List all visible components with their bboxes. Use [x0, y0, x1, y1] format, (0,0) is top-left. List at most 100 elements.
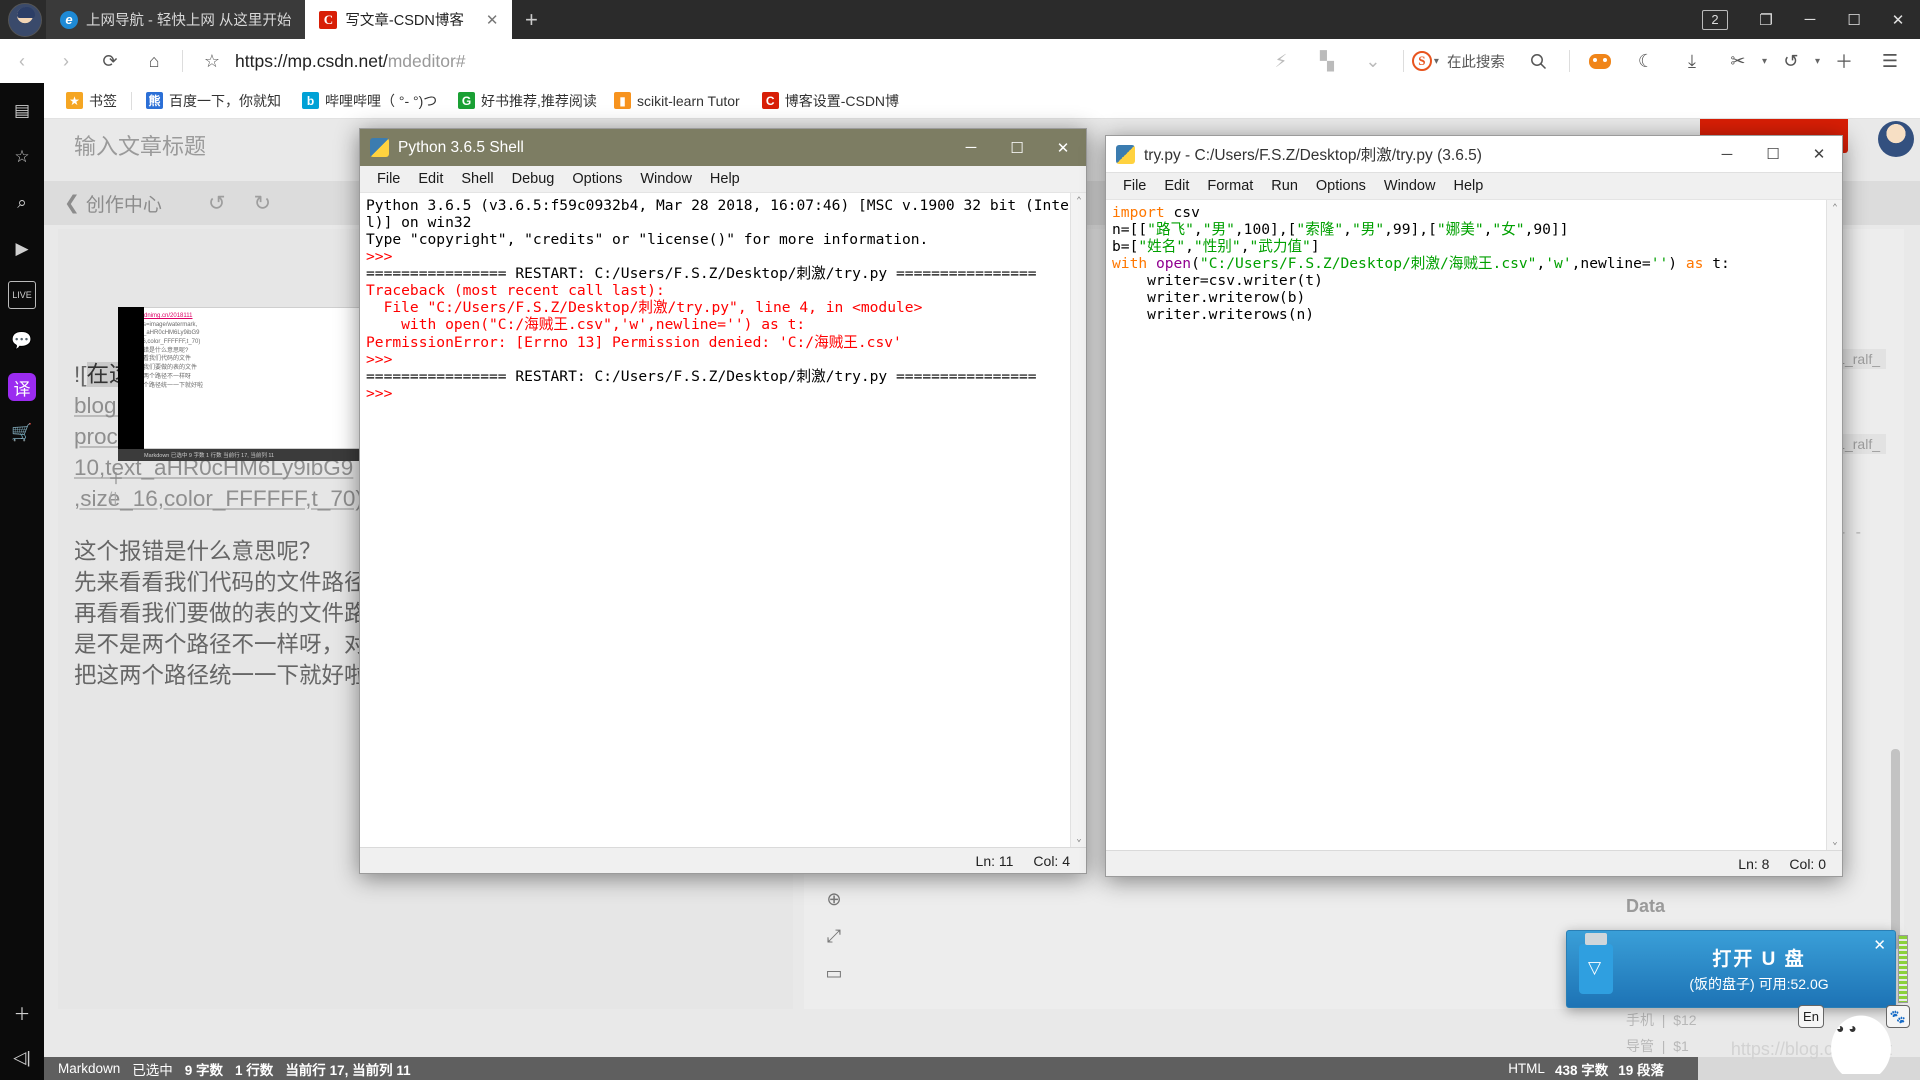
menu-format[interactable]: Format	[1198, 176, 1262, 196]
download-icon[interactable]: ⤓	[1670, 39, 1714, 83]
url-path: mdeditor#	[387, 50, 466, 71]
plus-icon[interactable]: ＋	[1822, 39, 1866, 83]
add-icon[interactable]: ＋	[108, 465, 124, 489]
sogou-search-icon[interactable]: S	[1411, 51, 1432, 71]
redo-icon[interactable]: ↻	[254, 191, 272, 216]
menu-options[interactable]: Options	[563, 169, 631, 189]
scroll-up-icon[interactable]: ⌃	[1071, 193, 1086, 209]
toast-close-icon[interactable]: ✕	[1873, 936, 1886, 954]
ime-indicator[interactable]: En	[1798, 1005, 1824, 1028]
article-title-input[interactable]: 输入文章标题	[74, 129, 206, 161]
editor-close-button[interactable]: ✕	[1796, 136, 1842, 173]
home-icon[interactable]: ⌂	[132, 39, 176, 83]
menu-run[interactable]: Run	[1262, 176, 1307, 196]
new-tab-button[interactable]: +	[512, 0, 550, 39]
chevron-down-icon[interactable]: ⌄	[1351, 39, 1395, 83]
editor-maximize-button[interactable]: ☐	[1750, 136, 1796, 173]
shell-minimize-button[interactable]: ─	[948, 129, 994, 166]
bookmark-item[interactable]: C 博客设置-CSDN博	[754, 88, 904, 114]
window-count-badge[interactable]: 2	[1702, 9, 1728, 30]
bookmark-item[interactable]: ★ 书签	[58, 88, 125, 114]
search-icon[interactable]	[1517, 39, 1561, 83]
usb-toast-popup[interactable]: 打开 U 盘 (饭的盘子) 可用:52.0G ✕	[1566, 930, 1908, 1008]
sidebar-item-search[interactable]: ⌕	[8, 189, 36, 217]
shell-output-area[interactable]: Python 3.6.5 (v3.6.5:f59c0932b4, Mar 28 …	[360, 193, 1086, 847]
bookmark-item[interactable]: G 好书推荐,推荐阅读	[450, 88, 600, 114]
python-shell-window[interactable]: Python 3.6.5 Shell ─ ☐ ✕ File Edit Shell…	[359, 128, 1087, 874]
menu-file[interactable]: File	[368, 169, 409, 189]
maximize-window-button[interactable]: ☐	[1832, 0, 1876, 39]
sidebar-item-news[interactable]: ▤	[8, 97, 36, 125]
minimize-window-button[interactable]: ─	[1788, 0, 1832, 39]
qr-code-icon[interactable]: ▚	[1305, 39, 1349, 83]
forward-icon[interactable]: ›	[44, 39, 88, 83]
shell-maximize-button[interactable]: ☐	[994, 129, 1040, 166]
address-bar[interactable]: ☆ https://mp.csdn.net/mdeditor#	[189, 39, 1259, 83]
sidebar-item-live[interactable]: LIVE	[8, 281, 36, 309]
restore-window-icon[interactable]: ❐	[1744, 0, 1788, 39]
shell-vertical-scrollbar[interactable]: ⌃ ⌄	[1070, 193, 1086, 847]
browser-tab-1[interactable]: e 上网导航 - 轻快上网 从这里开始	[46, 0, 306, 39]
shell-close-button[interactable]: ✕	[1040, 129, 1086, 166]
thumb-line: 是不是两个路径不一样呀	[125, 373, 192, 380]
sogou-caret-icon[interactable]: ▾	[1434, 56, 1439, 67]
code-token: "武力值"	[1249, 238, 1311, 256]
menu-help[interactable]: Help	[701, 169, 749, 189]
menu-file[interactable]: File	[1114, 176, 1155, 196]
code-token: 'w'	[1545, 255, 1572, 273]
scroll-down-icon[interactable]: ⌄	[1071, 831, 1086, 847]
sidebar-collapse-button[interactable]: ◁|	[8, 1044, 36, 1072]
crosshair-icon[interactable]: ⊕	[826, 889, 841, 910]
sidebar-item-video[interactable]: ▶	[8, 235, 36, 263]
browser-avatar-button[interactable]	[8, 3, 42, 37]
scissors-icon[interactable]: ✂	[1716, 39, 1760, 83]
undo-icon[interactable]: ↺	[1769, 39, 1813, 83]
menu-window[interactable]: Window	[1375, 176, 1445, 196]
menu-options[interactable]: Options	[1307, 176, 1375, 196]
bookmark-item[interactable]: ▮ scikit-learn Tutor	[606, 89, 748, 112]
shell-titlebar[interactable]: Python 3.6.5 Shell ─ ☐ ✕	[360, 129, 1086, 166]
editor-code-area[interactable]: import csv n=[["路飞","男",100],["索隆","男",99…	[1106, 200, 1842, 850]
gamepad-icon[interactable]	[1578, 39, 1622, 83]
sidebar-item-chat[interactable]: 💬	[8, 327, 36, 355]
fullscreen-icon[interactable]: ⤢	[827, 926, 841, 947]
favorite-star-icon[interactable]: ☆	[199, 39, 225, 83]
moon-icon[interactable]: ☾	[1624, 39, 1668, 83]
menu-help[interactable]: Help	[1444, 176, 1492, 196]
search-input[interactable]: 在此搜索	[1447, 51, 1505, 72]
code-token: ,newline=	[1571, 255, 1651, 273]
scroll-up-icon[interactable]: ⌃	[1827, 200, 1842, 216]
lightning-icon[interactable]: ⚡	[1259, 39, 1303, 83]
menu-edit[interactable]: Edit	[1155, 176, 1198, 196]
back-icon[interactable]: ‹	[0, 39, 44, 83]
menu-icon[interactable]: ☰	[1868, 39, 1912, 83]
scissors-caret-icon[interactable]: ▾	[1762, 56, 1767, 67]
collapse-icon[interactable]: ⟨|	[108, 489, 117, 506]
menu-shell[interactable]: Shell	[452, 169, 502, 189]
scroll-down-icon[interactable]: ⌄	[1827, 834, 1842, 850]
browser-tab-2[interactable]: C 写文章-CSDN博客 ✕	[305, 0, 513, 39]
tab-close-icon[interactable]: ✕	[486, 11, 499, 29]
close-window-button[interactable]: ✕	[1876, 0, 1920, 39]
refresh-icon[interactable]: ⟳	[88, 39, 132, 83]
bookmark-item[interactable]: 熊 百度一下，你就知	[138, 88, 288, 114]
editor-vertical-scrollbar[interactable]: ⌃ ⌄	[1826, 200, 1842, 850]
back-to-creation-center-link[interactable]: ❮ 创作中心	[64, 190, 162, 217]
menu-debug[interactable]: Debug	[503, 169, 564, 189]
paw-icon[interactable]: 🐾	[1886, 1005, 1910, 1028]
layout-icon[interactable]: ▭	[825, 963, 842, 984]
thumb-line: 这个报错是什么意思呢?	[125, 347, 189, 354]
menu-edit[interactable]: Edit	[409, 169, 452, 189]
undo-icon[interactable]: ↺	[208, 191, 226, 216]
sidebar-item-cart[interactable]: 🛒	[8, 419, 36, 447]
menu-window[interactable]: Window	[631, 169, 701, 189]
sidebar-item-favorites[interactable]: ☆	[8, 143, 36, 171]
bookmark-item[interactable]: b 哔哩哔哩（ °- °)つ	[294, 88, 444, 114]
undo-caret-icon[interactable]: ▾	[1815, 56, 1820, 67]
sidebar-add-button[interactable]: ＋	[8, 998, 36, 1026]
editor-titlebar[interactable]: try.py - C:/Users/F.S.Z/Desktop/刺激/try.p…	[1106, 136, 1842, 173]
user-avatar[interactable]	[1878, 121, 1914, 157]
editor-minimize-button[interactable]: ─	[1704, 136, 1750, 173]
sidebar-item-translate[interactable]: 译	[8, 373, 36, 401]
python-editor-window[interactable]: try.py - C:/Users/F.S.Z/Desktop/刺激/try.p…	[1105, 135, 1843, 877]
